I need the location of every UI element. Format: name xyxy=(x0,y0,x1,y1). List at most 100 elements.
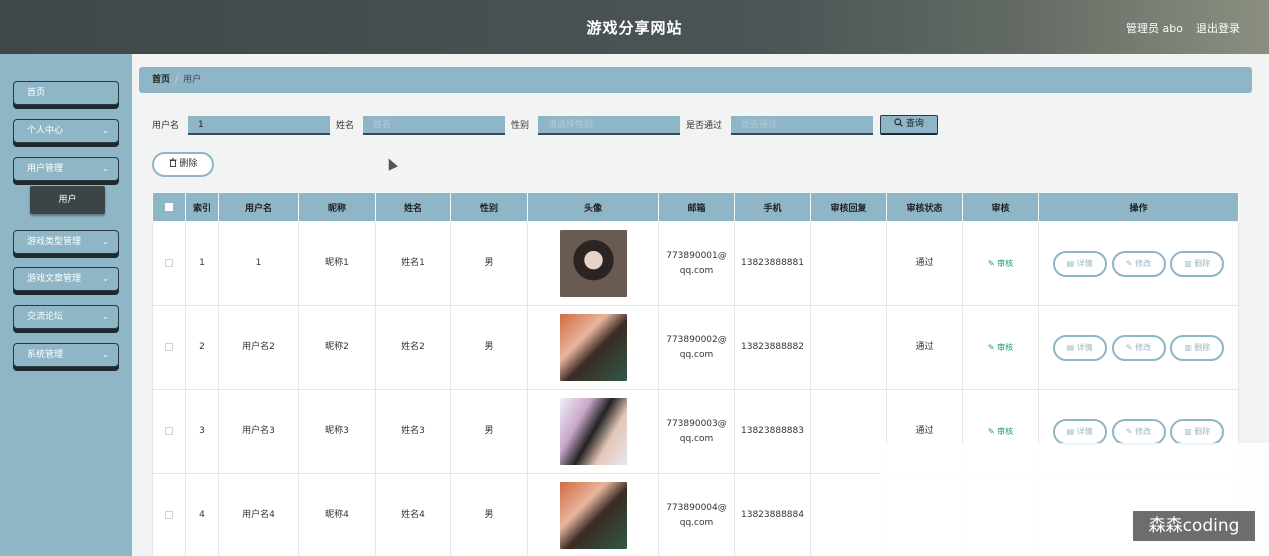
delete-label: 删除 xyxy=(1194,426,1211,436)
cell-audit: ✎ 审核 xyxy=(962,221,1039,306)
cell-avatar xyxy=(527,389,659,474)
admin-user: 管理员 abo xyxy=(1126,22,1183,35)
approved-select[interactable] xyxy=(731,116,873,135)
audit-button[interactable]: ✎ 审核 xyxy=(988,343,1013,352)
cell-username: 用户名4 xyxy=(218,473,299,556)
delete-label: 删除 xyxy=(1194,258,1211,268)
detail-button[interactable]: ▤ 详情 xyxy=(1052,250,1107,277)
avatar xyxy=(559,314,627,381)
edit-button[interactable]: ✎ 修改 xyxy=(1111,250,1166,277)
pencil-icon: ✎ xyxy=(987,342,995,352)
col-header-actions: 操作 xyxy=(1038,192,1239,222)
search-button-label: 查询 xyxy=(905,119,924,129)
table-row: 2 用户名2 昵称2 姓名2 男 773890002@qq.com 138238… xyxy=(152,305,1239,390)
doc-icon: ▤ xyxy=(1066,258,1075,268)
row-select-cell xyxy=(152,305,186,390)
sidebar-item-user-management[interactable]: 用户管理 ⌄ xyxy=(13,157,119,181)
row-select-cell xyxy=(152,221,186,306)
cell-gender: 男 xyxy=(450,305,528,390)
cell-phone: 13823888884 xyxy=(734,473,811,556)
username-input[interactable] xyxy=(188,116,330,135)
select-all-checkbox[interactable] xyxy=(165,202,173,211)
table-header-row: 索引 用户名 昵称 姓名 性别 头像 邮箱 手机 审核回复 审核状态 审核 操作 xyxy=(152,192,1239,222)
avatar xyxy=(559,230,627,297)
row-checkbox[interactable] xyxy=(165,258,173,267)
cell-name: 姓名2 xyxy=(375,305,451,390)
col-header-avatar: 头像 xyxy=(527,192,659,222)
sidebar-item-forum[interactable]: 交流论坛 ⌄ xyxy=(13,305,119,329)
cell-index: 1 xyxy=(185,221,219,306)
cell-audit-status: 通过 xyxy=(886,305,963,390)
cell-phone: 13823888883 xyxy=(734,389,811,474)
sidebar-item-label: 游戏类型管理 xyxy=(27,237,82,247)
audit-button[interactable]: ✎ 审核 xyxy=(988,427,1013,436)
col-header-username: 用户名 xyxy=(218,192,299,222)
sidebar-item-label: 个人中心 xyxy=(27,126,64,136)
sidebar-item-label: 交流论坛 xyxy=(27,312,64,322)
cell-index: 3 xyxy=(185,389,219,474)
detail-label: 详情 xyxy=(1076,426,1093,436)
gender-select[interactable] xyxy=(538,116,680,135)
detail-label: 详情 xyxy=(1076,258,1093,268)
sidebar-item-personal-center[interactable]: 个人中心 ⌄ xyxy=(13,119,119,143)
delete-button[interactable]: ▥ 删除 xyxy=(1170,250,1225,277)
col-header-name: 姓名 xyxy=(375,192,451,222)
row-checkbox[interactable] xyxy=(165,426,173,435)
delete-label: 删除 xyxy=(1194,342,1211,352)
cell-nickname: 昵称3 xyxy=(298,389,376,474)
cell-gender: 男 xyxy=(450,221,528,306)
cell-audit-reply xyxy=(810,305,887,390)
sidebar-item-game-articles[interactable]: 游戏文章管理 ⌄ xyxy=(13,267,119,291)
col-header-nickname: 昵称 xyxy=(298,192,376,222)
doc-icon: ▤ xyxy=(1066,426,1075,436)
logout-link[interactable]: 退出登录 xyxy=(1196,20,1240,36)
trash-icon: ▥ xyxy=(1184,426,1192,436)
detail-button[interactable]: ▤ 详情 xyxy=(1052,418,1107,445)
sidebar-item-system[interactable]: 系统管理 ⌄ xyxy=(13,343,119,367)
cell-phone: 13823888881 xyxy=(734,221,811,306)
cell-name: 姓名4 xyxy=(375,473,451,556)
name-input[interactable] xyxy=(363,116,505,135)
row-select-cell xyxy=(152,389,186,474)
cell-nickname: 昵称2 xyxy=(298,305,376,390)
avatar xyxy=(559,482,627,549)
pencil-icon: ✎ xyxy=(1125,342,1133,352)
sidebar-item-home[interactable]: 首页 xyxy=(13,81,119,105)
row-checkbox[interactable] xyxy=(165,510,173,519)
delete-button[interactable]: ▥ 删除 xyxy=(1170,418,1225,445)
cell-username: 1 xyxy=(218,221,299,306)
edit-label: 修改 xyxy=(1135,342,1152,352)
sidebar-item-game-types[interactable]: 游戏类型管理 ⌄ xyxy=(13,230,119,254)
cell-gender: 男 xyxy=(450,389,528,474)
doc-icon: ▤ xyxy=(1066,342,1075,352)
col-header-email: 邮箱 xyxy=(658,192,735,222)
approved-label: 是否通过 xyxy=(686,121,723,131)
audit-button[interactable]: ✎ 审核 xyxy=(988,259,1013,268)
edit-button[interactable]: ✎ 修改 xyxy=(1111,334,1166,361)
batch-delete-button[interactable]: 删除 xyxy=(152,152,214,177)
avatar xyxy=(559,398,627,465)
col-header-audit-reply: 审核回复 xyxy=(810,192,887,222)
cell-email: 773890001@qq.com xyxy=(658,221,735,306)
sidebar-item-label: 首页 xyxy=(27,88,46,98)
pencil-icon: ✎ xyxy=(1125,426,1133,436)
cell-nickname: 昵称1 xyxy=(298,221,376,306)
breadcrumb-home[interactable]: 首页 xyxy=(152,75,170,85)
search-button[interactable]: 查询 xyxy=(880,115,938,135)
sidebar-subitem-users[interactable]: 用户 xyxy=(30,186,105,214)
edit-button[interactable]: ✎ 修改 xyxy=(1111,418,1166,445)
detail-button[interactable]: ▤ 详情 xyxy=(1052,334,1107,361)
cell-gender: 男 xyxy=(450,473,528,556)
cell-email: 773890004@qq.com xyxy=(658,473,735,556)
chevron-down-icon: ⌄ xyxy=(102,274,109,283)
chevron-down-icon: ⌄ xyxy=(102,350,109,359)
sidebar: 首页 个人中心 ⌄ 用户管理 ⌄ 用户 游戏类型管理 ⌄ 游戏文章管理 ⌄ 交流… xyxy=(0,54,132,556)
row-select-cell xyxy=(152,473,186,556)
top-bar: 游戏分享网站 管理员 abo 退出登录 xyxy=(0,0,1269,54)
row-checkbox[interactable] xyxy=(165,342,173,351)
edit-label: 修改 xyxy=(1135,426,1152,436)
cell-phone: 13823888882 xyxy=(734,305,811,390)
sidebar-item-label: 游戏文章管理 xyxy=(27,274,82,284)
delete-button[interactable]: ▥ 删除 xyxy=(1170,334,1225,361)
cell-avatar xyxy=(527,305,659,390)
